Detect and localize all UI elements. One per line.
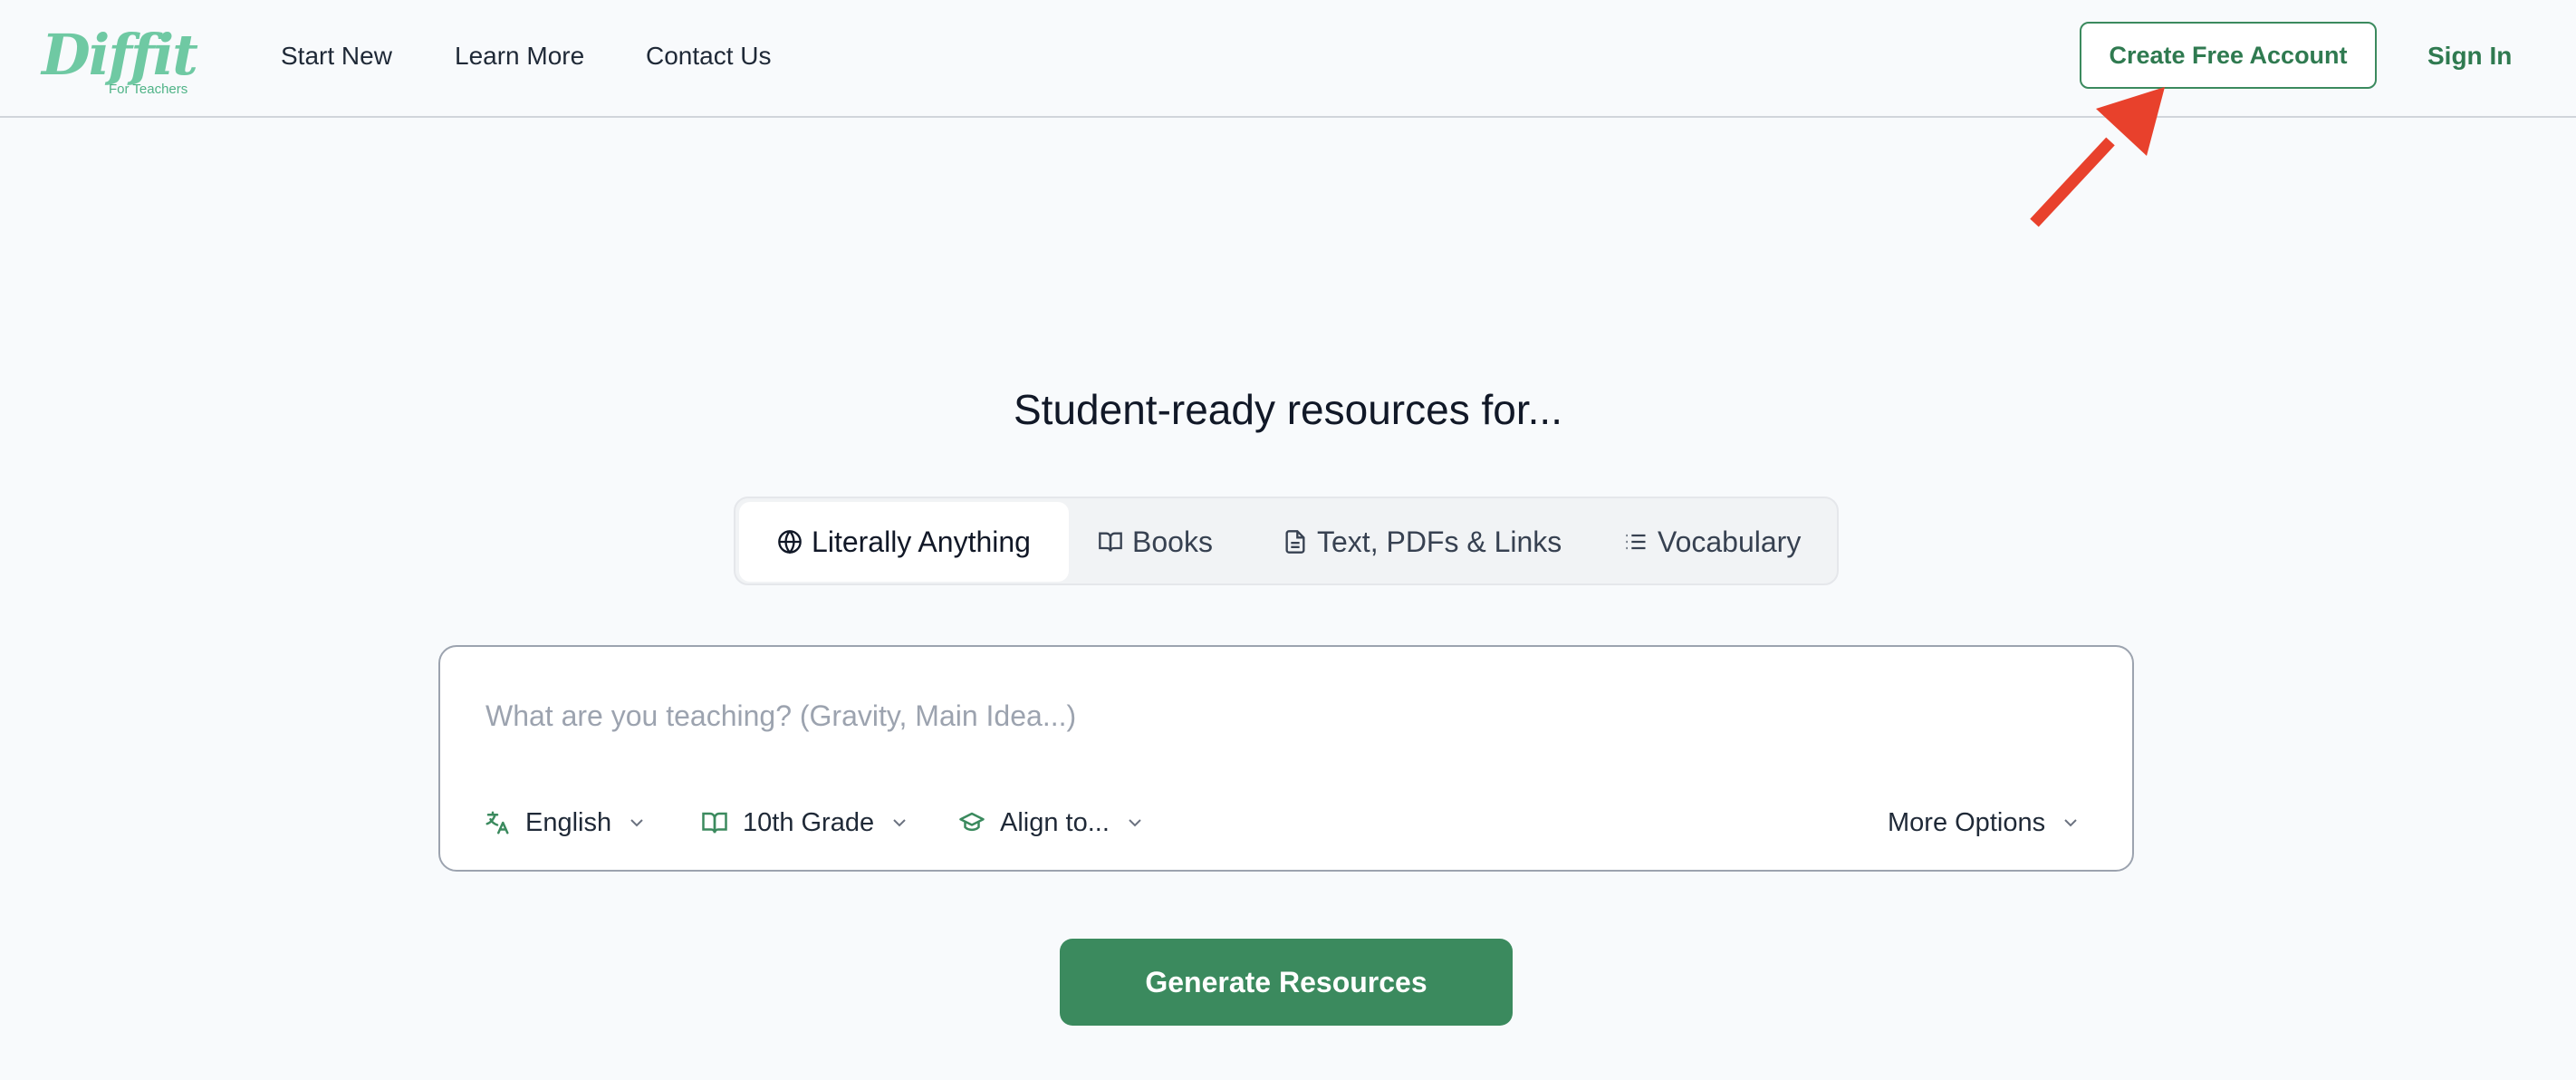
more-options-label: More Options: [1888, 807, 2046, 837]
book-icon: [1099, 532, 1122, 552]
tab-text-pdfs-links[interactable]: Text, PDFs & Links: [1283, 502, 1562, 582]
logo-tagline: For Teachers: [109, 82, 188, 97]
sign-in-link[interactable]: Sign In: [2427, 40, 2512, 72]
align-standards-dropdown[interactable]: Align to...: [958, 803, 1146, 843]
nav-link-learn-more[interactable]: Learn More: [455, 40, 584, 72]
tab-label: Books: [1132, 525, 1213, 558]
red-arrow-icon: [2030, 87, 2165, 227]
prompt-box: English 10th Grade Align to... More Opti…: [438, 645, 2134, 872]
top-navigation-bar: Diffit For Teachers Start New Learn More…: [0, 0, 2576, 118]
diffit-logo[interactable]: Diffit For Teachers: [42, 24, 205, 100]
list-icon: [1626, 534, 1646, 550]
tab-vocabulary[interactable]: Vocabulary: [1623, 502, 1801, 582]
tab-books[interactable]: Books: [1098, 502, 1213, 582]
translate-icon: [485, 811, 509, 834]
graduation-cap-icon: [959, 812, 985, 832]
tab-label: Vocabulary: [1658, 525, 1802, 558]
globe-icon: [778, 530, 802, 554]
logo-wordmark: Diffit: [42, 22, 198, 88]
tab-label: Literally Anything: [812, 525, 1031, 558]
tab-literally-anything[interactable]: Literally Anything: [739, 502, 1069, 582]
resource-type-tabs: Literally Anything Books Text, PDFs & Li…: [734, 497, 1839, 585]
nav-link-contact-us[interactable]: Contact Us: [646, 40, 772, 72]
nav-link-start-new[interactable]: Start New: [281, 40, 392, 72]
generate-resources-button[interactable]: Generate Resources: [1060, 939, 1513, 1026]
chevron-down-icon: [1129, 819, 1141, 827]
topic-input[interactable]: [484, 692, 2027, 739]
document-icon: [1285, 530, 1305, 554]
book-open-icon: [702, 812, 727, 834]
page-headline: Student-ready resources for...: [1014, 386, 1562, 433]
chevron-down-icon: [630, 819, 643, 827]
more-options-dropdown[interactable]: More Options: [1888, 803, 2081, 843]
grade-dropdown[interactable]: 10th Grade: [701, 803, 910, 843]
language-value: English: [525, 807, 612, 837]
grade-value: 10th Grade: [743, 807, 875, 837]
chevron-down-icon: [893, 819, 906, 827]
chevron-down-icon: [2064, 819, 2077, 827]
tab-label: Text, PDFs & Links: [1317, 525, 1562, 558]
align-value: Align to...: [1000, 807, 1110, 837]
language-dropdown[interactable]: English: [484, 803, 648, 843]
